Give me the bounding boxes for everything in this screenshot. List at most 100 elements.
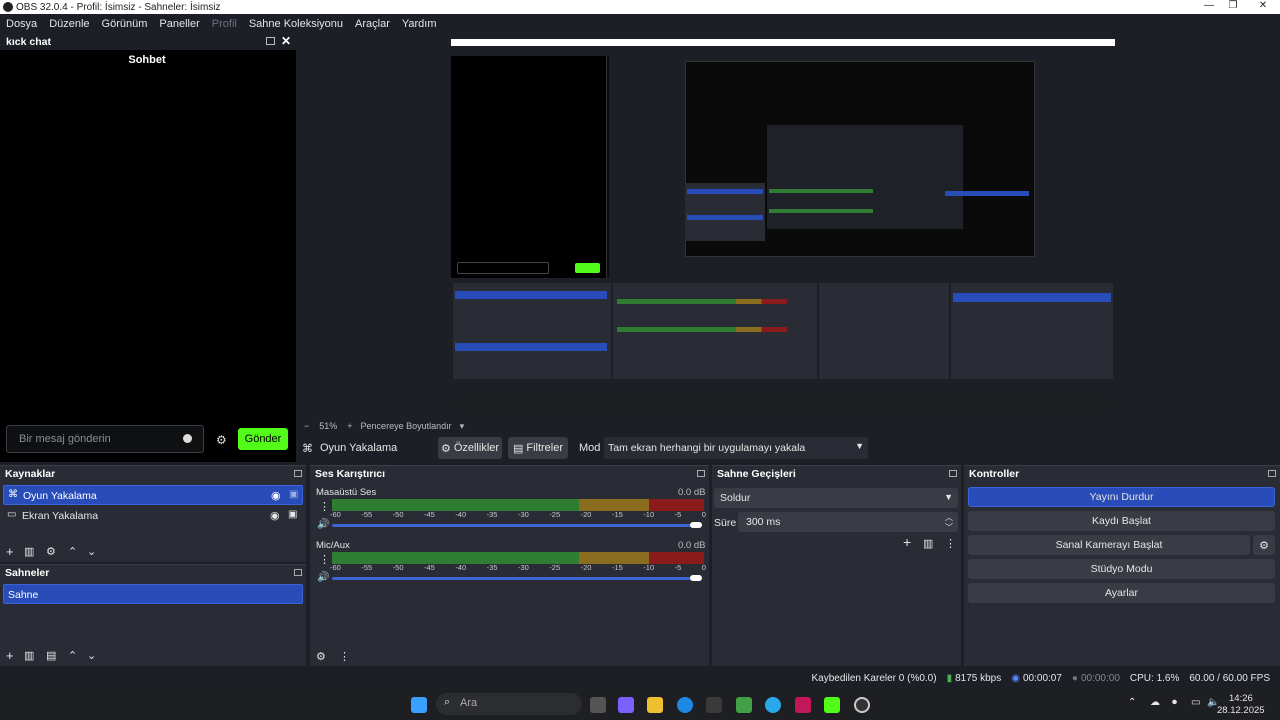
scene-item[interactable]: Sahne: [3, 584, 303, 604]
start-recording-button[interactable]: Kaydı Başlat: [968, 511, 1275, 531]
lock-icon[interactable]: ▣: [288, 509, 297, 520]
tick-label: -45: [423, 563, 435, 572]
store-icon[interactable]: [706, 697, 722, 713]
start-virtual-camera-button[interactable]: Sanal Kamerayı Başlat: [968, 535, 1250, 555]
close-dock-icon[interactable]: ✕: [281, 34, 291, 48]
nested-control-sel: [945, 191, 1029, 196]
speaker-icon[interactable]: 🔊: [317, 572, 329, 583]
windows-start-icon[interactable]: [411, 697, 427, 713]
advanced-audio-icon[interactable]: ⚙: [316, 650, 326, 663]
volume-knob[interactable]: [690, 575, 702, 581]
trash-icon[interactable]: ▥: [923, 537, 933, 550]
nested-nested-preview: [767, 125, 963, 229]
float-icon[interactable]: [949, 470, 957, 477]
source-item-game-capture[interactable]: ⌘ Oyun Yakalama ◉ ▣: [3, 485, 303, 505]
eye-icon[interactable]: ◉: [270, 509, 280, 522]
file-explorer-icon[interactable]: [647, 697, 663, 713]
eye-icon[interactable]: ◉: [271, 489, 281, 502]
nested-send: [575, 263, 600, 273]
chat-settings-icon[interactable]: ⚙: [216, 433, 227, 447]
lock-icon[interactable]: ▣: [289, 489, 298, 500]
clock-date[interactable]: 28.12.2025: [1217, 705, 1265, 716]
chevron-down-icon[interactable]: ﹀: [945, 522, 953, 533]
tick-label: -20: [580, 563, 592, 572]
menu-view[interactable]: Görünüm: [96, 18, 154, 30]
volume-slider[interactable]: [332, 524, 698, 527]
chat-message-input[interactable]: Bir mesaj gönderin: [6, 425, 204, 453]
telegram-icon[interactable]: [765, 697, 781, 713]
chevron-up-icon[interactable]: ⌃: [1128, 697, 1136, 708]
menu-file[interactable]: Dosya: [0, 18, 43, 30]
menu-tools[interactable]: Araçlar: [349, 18, 396, 30]
zoom-in-icon[interactable]: +: [347, 421, 352, 431]
send-button[interactable]: Gönder: [238, 428, 288, 450]
nested-sources-selected: [455, 291, 607, 299]
maximize-icon[interactable]: ❐: [1220, 0, 1246, 14]
menu-docks[interactable]: Paneller: [153, 18, 205, 30]
channel-name: Masaüstü Ses: [316, 487, 377, 498]
tick-label: -10: [643, 510, 655, 519]
network-icon[interactable]: ▭: [1191, 697, 1200, 708]
float-icon[interactable]: [294, 470, 302, 477]
chevron-up-icon[interactable]: ⌃: [68, 649, 77, 662]
kebab-icon[interactable]: ⋮: [945, 537, 956, 550]
edge-icon[interactable]: [677, 697, 693, 713]
add-icon[interactable]: +: [6, 544, 14, 559]
chevron-up-icon[interactable]: ⌃: [68, 545, 77, 558]
float-icon[interactable]: [1268, 470, 1276, 477]
properties-button[interactable]: ⚙ Özellikler: [438, 437, 502, 459]
menu-edit[interactable]: Düzenle: [43, 18, 95, 30]
mode-select[interactable]: Tam ekran herhangi bir uygulamayı yakala…: [604, 437, 868, 459]
volume-slider[interactable]: [332, 577, 698, 580]
kebab-icon[interactable]: ⋮: [319, 553, 330, 566]
xbox-icon[interactable]: [736, 697, 752, 713]
minimize-icon[interactable]: —: [1196, 0, 1222, 14]
clock-time[interactable]: 14:26: [1229, 693, 1253, 704]
nested-meter-1: [617, 299, 787, 304]
chat-header: Sohbet: [128, 54, 166, 66]
menu-scene-collection[interactable]: Sahne Koleksiyonu: [243, 18, 349, 30]
float-icon[interactable]: [266, 37, 275, 45]
volume-knob[interactable]: [690, 522, 702, 528]
kick-icon[interactable]: [824, 697, 840, 713]
mic-icon[interactable]: ⏺: [1172, 697, 1177, 708]
menu-profile[interactable]: Profil: [206, 18, 243, 30]
zoom-out-icon[interactable]: −: [304, 421, 309, 431]
preview-canvas[interactable]: [451, 39, 1115, 413]
emoji-icon[interactable]: [183, 434, 192, 443]
stop-streaming-button[interactable]: Yayını Durdur: [968, 487, 1275, 507]
chevron-down-icon[interactable]: ⌄: [87, 545, 96, 558]
source-item-display-capture[interactable]: ▭ Ekran Yakalama ◉ ▣: [3, 506, 303, 526]
float-icon[interactable]: [294, 569, 302, 576]
kebab-icon[interactable]: ⋮: [319, 500, 330, 513]
cloud-icon[interactable]: ☁: [1150, 697, 1160, 708]
task-view-icon[interactable]: [590, 697, 606, 713]
gear-icon[interactable]: ⚙: [46, 545, 56, 558]
filter-icon[interactable]: ▤: [46, 649, 56, 662]
obs-icon[interactable]: [854, 697, 870, 713]
menu-help[interactable]: Yardım: [396, 18, 443, 30]
copilot-icon[interactable]: [618, 697, 634, 713]
gear-icon[interactable]: ⚙: [1253, 535, 1275, 555]
fit-window-label[interactable]: Pencereye Boyutlandır: [361, 421, 452, 431]
float-icon[interactable]: [697, 470, 705, 477]
close-icon[interactable]: ✕: [1250, 0, 1276, 14]
dropped-frames: Kaybedilen Kareler 0 (%0.0): [811, 672, 937, 684]
studio-mode-button[interactable]: Stüdyo Modu: [968, 559, 1275, 579]
speaker-icon[interactable]: 🔊: [317, 519, 329, 530]
trash-icon[interactable]: ▥: [24, 649, 34, 662]
trash-icon[interactable]: ▥: [24, 545, 34, 558]
add-icon[interactable]: +: [903, 534, 911, 550]
chevron-down-icon[interactable]: ▾: [460, 421, 465, 432]
nested-meter: [769, 209, 873, 213]
transition-select[interactable]: Soldur ▼: [714, 488, 958, 508]
kebab-icon[interactable]: ⋮: [339, 650, 350, 663]
filters-button[interactable]: ▤ Filtreler: [508, 437, 568, 459]
add-icon[interactable]: +: [6, 648, 14, 663]
chevron-down-icon[interactable]: ⌄: [87, 649, 96, 662]
taskbar-search[interactable]: ⌕ Ara: [436, 693, 582, 715]
stream-icon: ◉: [1011, 672, 1020, 684]
settings-button[interactable]: Ayarlar: [968, 583, 1275, 603]
duration-spinbox[interactable]: 300 ms ︿ ﹀: [738, 512, 958, 532]
app-icon[interactable]: [795, 697, 811, 713]
